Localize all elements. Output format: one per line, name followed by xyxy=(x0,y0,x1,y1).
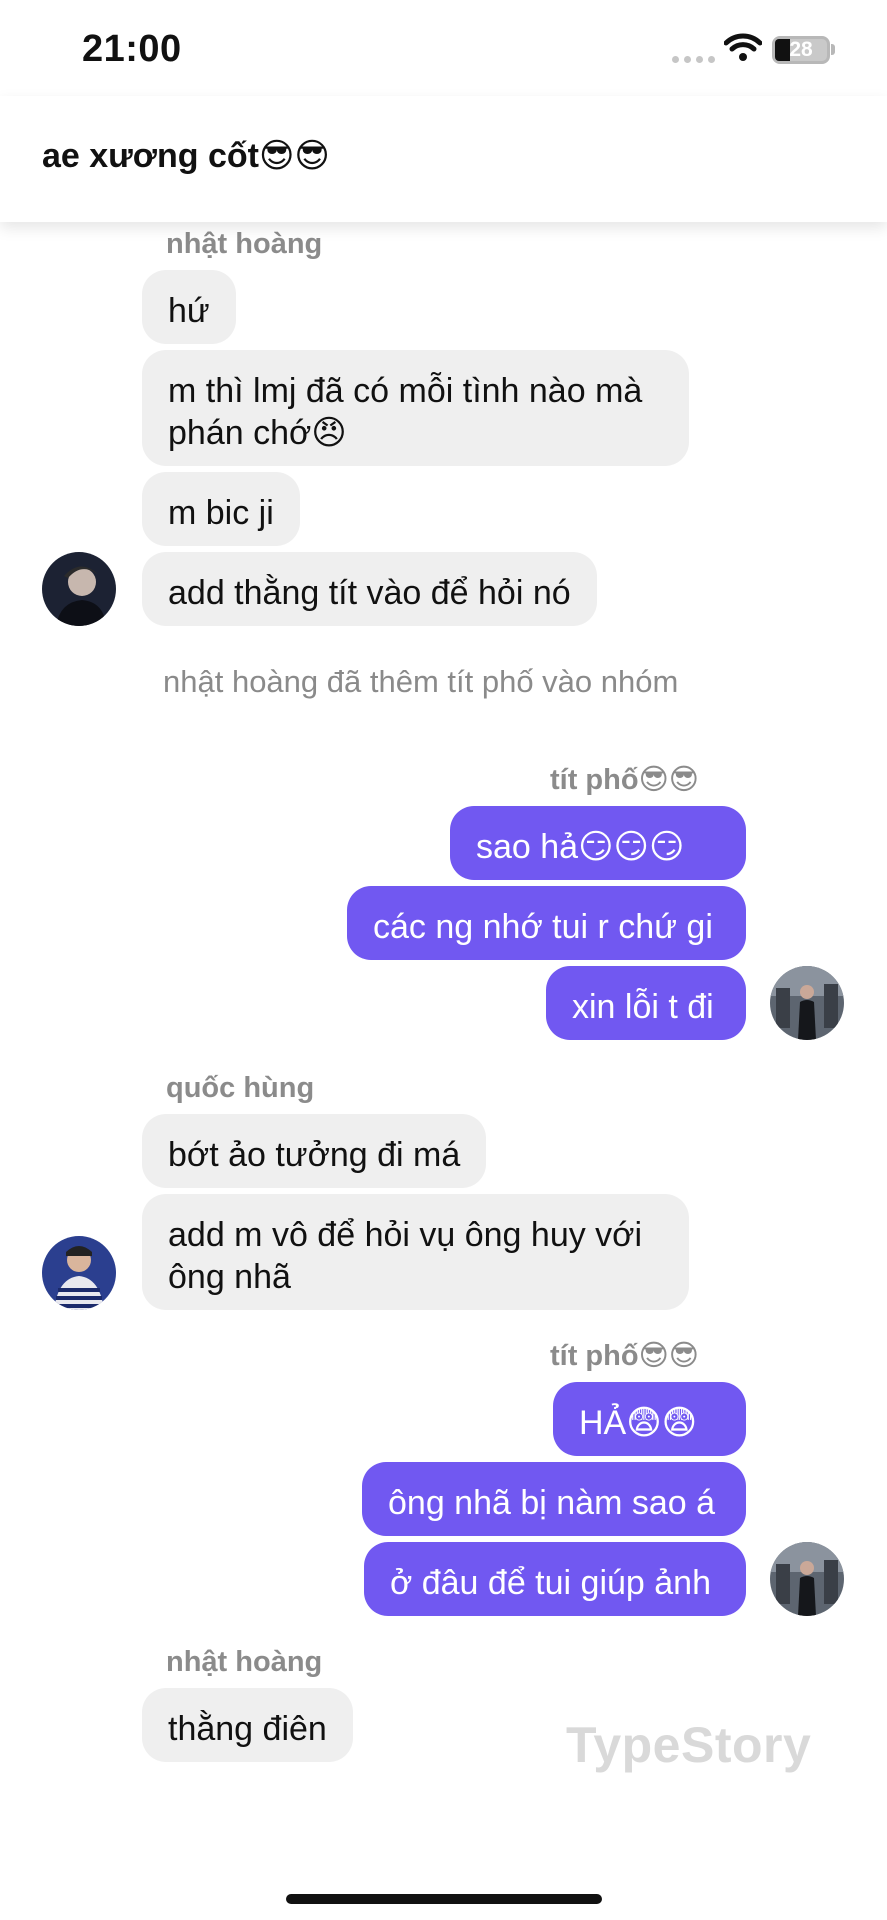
message-bubble[interactable]: add thằng tít vào để hỏi nó xyxy=(142,552,597,626)
sender-name: nhật hoàng xyxy=(166,228,323,260)
cellular-signal-icon xyxy=(672,56,715,63)
battery-level: 28 xyxy=(789,38,813,61)
sender-name: tít phố😎😎 xyxy=(550,764,700,796)
message-bubble[interactable]: add m vô để hỏi vụ ông huy với ông nhã xyxy=(142,1194,689,1310)
avatar-image xyxy=(42,1236,116,1310)
system-message: nhật hoàng đã thêm tít phố vào nhóm xyxy=(163,664,679,699)
avatar[interactable] xyxy=(770,966,844,1040)
avatar[interactable] xyxy=(42,1236,116,1310)
message-bubble[interactable]: thằng điên xyxy=(142,1688,353,1762)
home-indicator[interactable] xyxy=(286,1894,602,1904)
message-bubble[interactable]: ông nhã bị nàm sao á xyxy=(362,1462,746,1536)
message-bubble[interactable]: hứ xyxy=(142,270,236,344)
message-bubble[interactable]: ở đâu để tui giúp ảnh xyxy=(364,1542,746,1616)
avatar-image xyxy=(770,1542,844,1616)
message-line: phán chớ😠 xyxy=(168,414,347,452)
watermark-logo: TypeStory xyxy=(566,1717,812,1773)
battery-nub xyxy=(831,44,835,55)
chat-title[interactable]: ae xương cốt😎😎 xyxy=(42,136,330,176)
message-line: m thì lmj đã có mỗi tình nào mà xyxy=(168,372,643,410)
avatar[interactable] xyxy=(42,552,116,626)
sender-name: tít phố😎😎 xyxy=(550,1340,700,1372)
wifi-icon xyxy=(724,33,762,61)
battery-icon: 28 xyxy=(772,36,830,64)
sender-name: quốc hùng xyxy=(166,1072,315,1104)
avatar-image xyxy=(42,552,116,626)
avatar[interactable] xyxy=(770,1542,844,1616)
message-bubble[interactable]: m bic ji xyxy=(142,472,300,546)
message-bubble[interactable]: các ng nhớ tui r chứ gi xyxy=(347,886,746,960)
message-bubble[interactable]: m thì lmj đã có mỗi tình nào mà phán chớ… xyxy=(142,350,689,466)
sender-name: nhật hoàng xyxy=(166,1646,323,1678)
message-line: add m vô để hỏi vụ ông huy với xyxy=(168,1216,643,1254)
message-line: ông nhã xyxy=(168,1258,291,1296)
message-bubble[interactable]: xin lỗi t đi xyxy=(546,966,746,1040)
chat-header: ae xương cốt😎😎 xyxy=(0,96,887,222)
status-time: 21:00 xyxy=(82,28,182,70)
message-bubble[interactable]: sao hả😏😏😏 xyxy=(450,806,746,880)
avatar-image xyxy=(770,966,844,1040)
message-bubble[interactable]: HẢ😨😨 xyxy=(553,1382,746,1456)
message-bubble[interactable]: bớt ảo tưởng đi má xyxy=(142,1114,487,1188)
